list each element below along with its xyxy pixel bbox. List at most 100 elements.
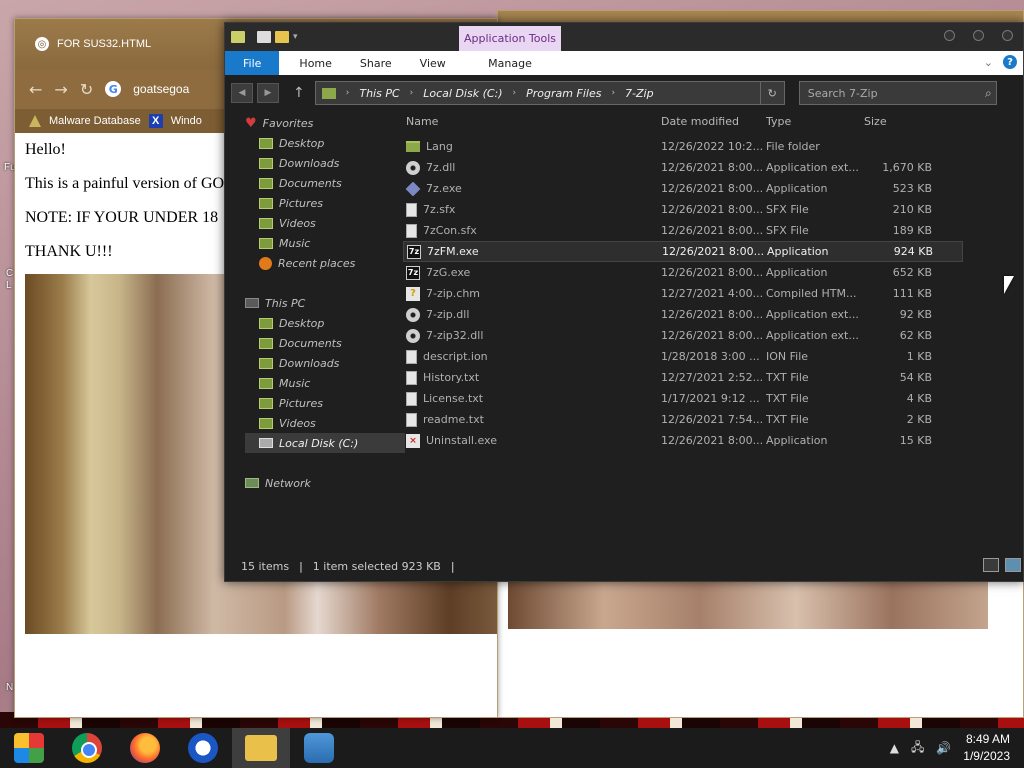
browser-tab[interactable]: ◎ FOR SUS32.HTML (23, 27, 223, 61)
file-explorer-window[interactable]: ▾ Application Tools File Home Share View… (224, 22, 1024, 582)
bookmark-malware-database[interactable]: Malware Database (49, 115, 141, 127)
heart-icon: ♥ (245, 115, 257, 131)
nav-fav-videos[interactable]: Videos (245, 213, 405, 233)
file-row[interactable]: 7-zip32.dll 12/26/2021 8:00... Application… (403, 325, 963, 346)
nav-pc-pictures[interactable]: Pictures (245, 393, 405, 413)
ribbon-tabs: File Home Share View Manage ⌄ ? (225, 51, 1023, 75)
column-size[interactable]: Size (864, 115, 887, 128)
bookmark-windows[interactable]: Windo (171, 115, 202, 127)
file-size: 652 KB (892, 266, 932, 279)
properties-icon[interactable] (257, 31, 271, 43)
file-name: 7zFM.exe (427, 245, 479, 258)
breadcrumb-7-zip[interactable]: 7-Zip (625, 87, 654, 100)
column-date-modified[interactable]: Date modified (661, 115, 766, 128)
nav-fav-downloads[interactable]: Downloads (245, 153, 405, 173)
address-breadcrumb[interactable]: › This PC › Local Disk (C:) › Program Fi… (314, 81, 785, 105)
folder-icon (231, 31, 245, 43)
tab-file[interactable]: File (225, 51, 280, 75)
column-name[interactable]: Name (403, 115, 661, 128)
file-row[interactable]: × Uninstall.exe 12/26/2021 8:00... Applicat… (403, 430, 963, 451)
large-icons-view-icon[interactable] (1005, 558, 1021, 572)
back-arrow-icon[interactable]: ← (29, 80, 42, 99)
documents-icon (259, 177, 273, 189)
forward-arrow-icon[interactable]: → (54, 80, 67, 99)
nav-fav-desktop[interactable]: Desktop (245, 133, 405, 153)
file-name: History.txt (423, 371, 480, 384)
taskbar-firefox[interactable] (116, 728, 174, 768)
close-button[interactable] (1002, 30, 1013, 41)
document-icon (406, 202, 417, 217)
nav-local-disk[interactable]: Local Disk (C:) (245, 433, 405, 453)
reload-icon[interactable]: ↻ (80, 80, 93, 99)
volume-icon[interactable]: 🔊 (936, 741, 951, 755)
column-type[interactable]: Type (766, 115, 864, 128)
chevron-down-icon[interactable]: ⌄ (984, 56, 993, 69)
file-name: 7z.dll (426, 161, 456, 174)
chevron-up-icon[interactable]: ▲ (890, 741, 899, 755)
new-folder-icon[interactable] (275, 31, 289, 43)
nav-pc-downloads[interactable]: Downloads (245, 353, 405, 373)
nav-fav-documents[interactable]: Documents (245, 173, 405, 193)
nav-fav-pictures[interactable]: Pictures (245, 193, 405, 213)
file-row[interactable]: 7z.dll 12/26/2021 8:00... Application ext.… (403, 157, 963, 178)
file-name: 7-zip.chm (426, 287, 481, 300)
file-row[interactable]: 7zCon.sfx 12/26/2021 8:00... SFX File 189 K… (403, 220, 963, 241)
breadcrumb-program-files[interactable]: Program Files (526, 87, 601, 100)
up-arrow-icon[interactable]: ↑ (293, 85, 305, 101)
search-icon[interactable]: ⌕ (985, 86, 992, 101)
file-row[interactable]: 7z.exe 12/26/2021 8:00... Application 523 K… (403, 178, 963, 199)
file-date: 1/17/2021 9:12 ... (661, 392, 760, 405)
address-bar[interactable]: goatsegoa (133, 82, 189, 96)
nav-pc-desktop[interactable]: Desktop (245, 313, 405, 333)
file-size: 1,670 KB (882, 161, 932, 174)
file-type: Application (766, 266, 828, 279)
breadcrumb-this-pc[interactable]: This PC (359, 87, 399, 100)
nav-recent-places[interactable]: Recent places (245, 253, 405, 273)
file-row[interactable]: 7z.sfx 12/26/2021 8:00... SFX File 210 KB (403, 199, 963, 220)
nav-this-pc[interactable]: This PC (245, 293, 405, 313)
file-type: TXT File (766, 392, 809, 405)
file-row[interactable]: 7-zip.dll 12/26/2021 8:00... Application e… (403, 304, 963, 325)
start-button[interactable] (0, 728, 58, 768)
file-row[interactable]: readme.txt 12/26/2021 7:54... TXT File 2 KB (403, 409, 963, 430)
tab-share[interactable]: Share (346, 51, 406, 75)
nav-network[interactable]: Network (245, 473, 405, 493)
breadcrumb-local-disk[interactable]: Local Disk (C:) (423, 87, 502, 100)
minimize-button[interactable] (944, 30, 955, 41)
pictures-icon (259, 397, 273, 409)
back-button[interactable]: ◀ (231, 83, 253, 103)
details-view-icon[interactable] (983, 558, 999, 572)
refresh-icon[interactable]: ↻ (759, 82, 784, 104)
file-type: Application ext... (766, 329, 859, 342)
file-row[interactable]: descript.ion 1/28/2018 3:00 ... ION File 1 … (403, 346, 963, 367)
file-row[interactable]: Lang 12/26/2022 10:2... File folder (403, 136, 963, 157)
file-row[interactable]: 7z 7zG.exe 12/26/2021 8:00... Application 65… (403, 262, 963, 283)
nav-pc-videos[interactable]: Videos (245, 413, 405, 433)
file-date: 12/27/2021 2:52... (661, 371, 764, 384)
help-icon[interactable]: ? (1003, 55, 1017, 69)
tab-manage[interactable]: Manage (459, 51, 561, 75)
clock[interactable]: 8:49 AM 1/9/2023 (963, 731, 1010, 765)
taskbar-app[interactable] (174, 728, 232, 768)
taskbar-file-explorer[interactable] (232, 728, 290, 768)
quick-access-menu[interactable]: ▾ (293, 32, 298, 42)
search-input[interactable]: Search 7-Zip ⌕ (798, 81, 997, 105)
tab-home[interactable]: Home (279, 51, 345, 75)
file-row[interactable]: History.txt 12/27/2021 2:52... TXT File 54 … (403, 367, 963, 388)
network-status-icon[interactable]: 🖧 (911, 738, 924, 759)
forward-button[interactable]: ▶ (257, 83, 279, 103)
file-row[interactable]: License.txt 1/17/2021 9:12 ... TXT File 4 K… (403, 388, 963, 409)
taskbar-network-app[interactable] (290, 728, 348, 768)
nav-fav-music[interactable]: Music (245, 233, 405, 253)
maximize-button[interactable] (973, 30, 984, 41)
bookmark-icon (29, 115, 41, 127)
tab-view[interactable]: View (406, 51, 460, 75)
nav-favorites[interactable]: ♥ Favorites (245, 113, 405, 133)
taskbar-chrome[interactable] (58, 728, 116, 768)
nav-pc-documents[interactable]: Documents (245, 333, 405, 353)
file-date: 12/26/2021 7:54... (661, 413, 764, 426)
file-row[interactable]: 7z 7zFM.exe 12/26/2021 8:00... Application 9… (403, 241, 963, 262)
file-size: 54 KB (899, 371, 932, 384)
file-row[interactable]: ? 7-zip.chm 12/27/2021 4:00... Compiled HTM… (403, 283, 963, 304)
nav-pc-music[interactable]: Music (245, 373, 405, 393)
